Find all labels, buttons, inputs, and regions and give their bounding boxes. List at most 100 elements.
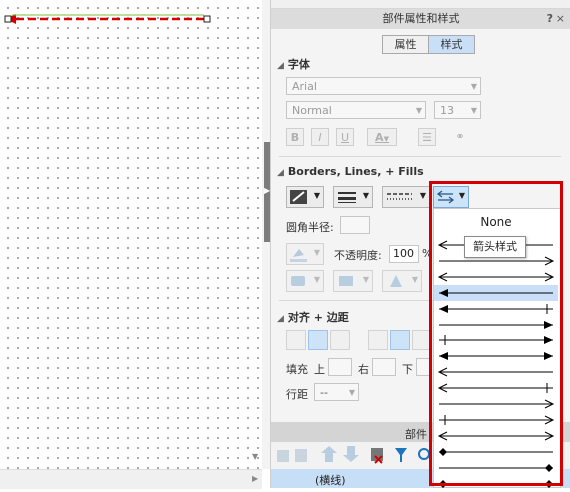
line-width-icon <box>338 192 356 203</box>
diamond-left-icon <box>439 447 553 456</box>
fill-color-button[interactable]: ▼ <box>286 243 324 265</box>
chevron-down-icon: ▼ <box>419 191 426 200</box>
move-down-icon <box>343 446 359 462</box>
tab-properties[interactable]: 属性 <box>383 36 428 53</box>
align-left-icon[interactable] <box>286 330 306 350</box>
arrow-option-diamond-left[interactable] <box>434 444 558 460</box>
chevron-down-icon: ▼ <box>470 82 477 91</box>
align-bottom-icon[interactable] <box>412 330 432 350</box>
arrow-style-button[interactable]: ▼ <box>433 186 469 208</box>
horizontal-scrollbar[interactable] <box>0 469 262 489</box>
help-icon[interactable]: ? <box>547 9 553 29</box>
opacity-unit: % <box>422 247 433 260</box>
text-shadow-icon <box>390 275 402 287</box>
copy-icon <box>295 449 307 462</box>
align-right-icon[interactable] <box>330 330 350 350</box>
panel-header: 部件属性和样式 ? × <box>271 9 570 29</box>
italic-button[interactable]: I <box>311 128 329 146</box>
text-shadow-button[interactable]: ▼ <box>382 270 422 292</box>
padding-right-label: 右 <box>358 363 369 376</box>
chevron-down-icon: ▼ <box>313 191 320 200</box>
arrow-option-arrow-right-filled-bar[interactable] <box>434 332 558 348</box>
line-color-icon <box>290 190 307 204</box>
arrow-style-icon <box>436 190 455 204</box>
font-section-title[interactable]: ◢ 字体 <box>277 56 310 72</box>
arrow-left-open-icon <box>437 367 553 377</box>
arrow-option-arrow-left-filled-bar[interactable] <box>434 301 558 317</box>
arrow-option-diamond-right[interactable] <box>434 460 558 476</box>
chevron-down-icon: ▼ <box>313 248 320 257</box>
chevron-down-icon: ▼ <box>411 275 418 284</box>
line-spacing-select[interactable]: -- ▼ <box>314 383 359 401</box>
shadow-button[interactable]: ▼ <box>286 270 324 292</box>
panel-tabs: 属性 样式 <box>382 35 475 54</box>
arrow-option-arrow-both[interactable] <box>434 269 558 285</box>
arrow-option-arrow-right-open-bar[interactable] <box>434 412 558 428</box>
chevron-down-icon: ▼ <box>362 275 369 284</box>
close-icon[interactable]: × <box>556 9 565 29</box>
arrow-both-icon <box>437 272 555 282</box>
arrow-option-arrow-right-open[interactable] <box>434 396 558 412</box>
padding-bottom-input[interactable] <box>416 358 431 376</box>
arrow-option-arrow-right-filled[interactable] <box>434 317 558 333</box>
align-center-icon[interactable] <box>308 330 328 350</box>
collapse-triangle-icon[interactable]: ◢ <box>277 61 284 71</box>
arrow-right-filled-icon <box>439 320 553 329</box>
arrow-option-none[interactable]: None <box>434 215 558 229</box>
font-family-select[interactable]: Arial ▼ <box>286 77 481 95</box>
arrow-connector[interactable] <box>4 12 214 28</box>
align-middle-icon[interactable] <box>390 330 410 350</box>
tab-style[interactable]: 样式 <box>428 36 474 53</box>
padding-top-input[interactable] <box>328 358 352 376</box>
font-size-select[interactable]: 13 ▼ <box>434 101 481 119</box>
scroll-down-icon[interactable]: ▼ <box>252 452 258 461</box>
opacity-input[interactable]: 100 <box>389 245 419 263</box>
arrow-option-diamond-both[interactable] <box>434 476 558 492</box>
chevron-down-icon: ▼ <box>362 191 369 200</box>
padding-right-input[interactable] <box>372 358 396 376</box>
arrow-option-arrow-left-filled[interactable] <box>434 284 558 301</box>
panel-title: 部件属性和样式 <box>382 12 460 25</box>
padding-label: 填充 <box>286 363 308 376</box>
arrow-option-arrow-left-open-bar[interactable] <box>434 380 558 396</box>
line-width-button[interactable]: ▼ <box>333 186 373 208</box>
arrow-both-filled-icon <box>439 352 553 361</box>
arrow-option-arrow-left-open[interactable] <box>434 364 558 380</box>
line-style-button[interactable]: ▼ <box>382 186 430 208</box>
corner-radius-label: 圆角半径: <box>286 221 334 234</box>
layout-icon <box>277 450 289 462</box>
arrow-right-open-icon <box>439 399 555 409</box>
inner-shadow-button[interactable]: ▼ <box>333 270 373 292</box>
scroll-right-icon[interactable]: ▶ <box>252 474 258 483</box>
arrow-option-arrow-both-filled[interactable] <box>434 348 558 364</box>
arrow-both-open-icon <box>437 431 555 441</box>
design-canvas[interactable] <box>0 0 262 469</box>
corner-radius-input[interactable] <box>340 216 370 234</box>
fill-color-icon <box>290 249 307 262</box>
arrow-option-arrow-both-open[interactable] <box>434 428 558 444</box>
collapse-triangle-icon[interactable]: ◢ <box>277 314 284 324</box>
align-top-icon[interactable] <box>368 330 388 350</box>
underline-button[interactable]: U <box>336 128 354 146</box>
bold-button[interactable]: B <box>286 128 304 146</box>
search-icon <box>418 448 430 460</box>
link-icon[interactable]: ⚭ <box>451 128 469 146</box>
text-color-button[interactable]: A▼ <box>367 128 397 146</box>
font-weight-select[interactable]: Normal ▼ <box>286 101 426 119</box>
bullet-list-icon[interactable]: ☰ <box>418 128 436 146</box>
move-up-icon <box>321 446 337 462</box>
align-section-title[interactable]: ◢ 对齐 + 边距 <box>277 309 349 325</box>
chevron-down-icon: ▼ <box>415 106 422 115</box>
collapse-triangle-icon[interactable]: ◢ <box>277 168 284 178</box>
padding-bottom-label: 下 <box>402 363 413 376</box>
panel-top-strip <box>271 0 570 9</box>
line-style-icon <box>387 193 412 200</box>
borders-section-title[interactable]: ◢ Borders, Lines, + Fills <box>277 165 424 178</box>
line-color-button[interactable]: ▼ <box>286 186 324 208</box>
filter-icon <box>395 448 407 462</box>
chevron-down-icon: ▼ <box>313 275 320 284</box>
arrow-left-open-bar-icon <box>437 383 553 394</box>
section-divider <box>279 156 561 157</box>
padding-top-label: 上 <box>314 363 325 376</box>
chevron-down-icon: ▼ <box>348 388 355 397</box>
